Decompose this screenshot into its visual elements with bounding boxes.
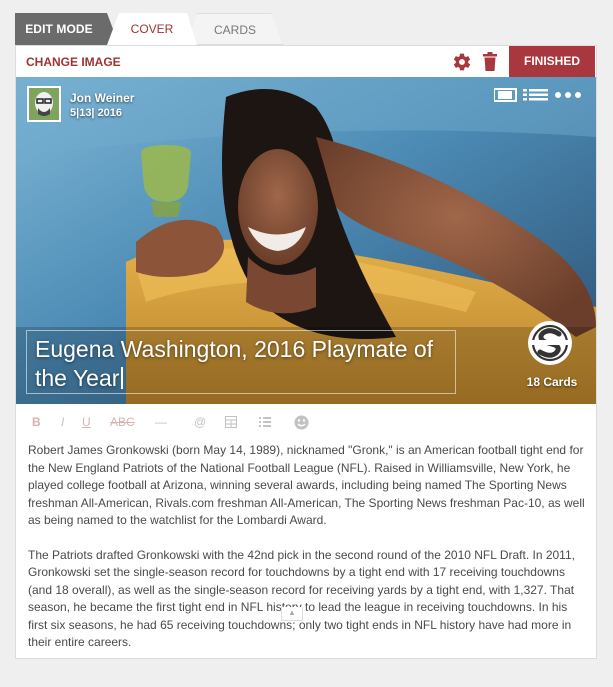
- publish-date: 5|13| 2016: [70, 107, 123, 119]
- more-options-icon[interactable]: [555, 92, 581, 98]
- finished-button[interactable]: FINISHED: [509, 46, 595, 77]
- horizontal-rule-button[interactable]: —: [155, 415, 167, 429]
- cover-image: Jon Weiner 5|13| 2016 Eugena Washington,…: [16, 77, 596, 404]
- view-options: [494, 88, 581, 102]
- title-editor[interactable]: Eugena Washington, 2016 Playmate of the …: [26, 330, 456, 394]
- cards-count: 18 Cards: [526, 375, 578, 389]
- text-cursor: [121, 367, 124, 389]
- strikethrough-button[interactable]: ABC: [110, 415, 135, 429]
- trash-icon[interactable]: [482, 52, 498, 71]
- underline-button[interactable]: U: [82, 415, 91, 429]
- single-view-icon[interactable]: [494, 88, 517, 102]
- body-paragraph[interactable]: Robert James Gronkowski (born May 14, 19…: [28, 442, 588, 530]
- cover-toolbar: CHANGE IMAGE FINISHED: [16, 46, 596, 77]
- mode-tabs: EDIT MODE CARDS COVER: [15, 13, 597, 45]
- sportingnews-logo: [528, 321, 572, 365]
- author-avatar-illustration: [29, 88, 59, 120]
- body-editor[interactable]: Robert James Gronkowski (born May 14, 19…: [28, 442, 588, 669]
- bold-button[interactable]: B: [32, 415, 41, 429]
- list-view-icon[interactable]: [523, 89, 548, 101]
- editor-panel: CHANGE IMAGE FINISHED Jon Weiner 5|13| 2…: [15, 45, 597, 659]
- formatting-toolbar: B I U ABC — @: [16, 404, 596, 440]
- resize-handle[interactable]: ▲: [281, 607, 303, 621]
- gear-icon[interactable]: [452, 52, 472, 72]
- tab-cards[interactable]: CARDS: [187, 13, 283, 45]
- list-icon[interactable]: [259, 416, 271, 428]
- table-icon[interactable]: [225, 416, 237, 428]
- tab-cover[interactable]: COVER: [107, 13, 197, 45]
- mention-button[interactable]: @: [194, 415, 206, 429]
- body-paragraph[interactable]: The Patriots drafted Gronkowski with the…: [28, 547, 588, 652]
- smiley-icon[interactable]: [294, 415, 309, 430]
- tab-edit-mode[interactable]: EDIT MODE: [15, 13, 119, 45]
- author-name[interactable]: Jon Weiner: [70, 91, 134, 105]
- change-image-button[interactable]: CHANGE IMAGE: [26, 55, 121, 69]
- italic-button[interactable]: I: [61, 415, 64, 429]
- avatar[interactable]: [27, 86, 61, 122]
- cover-title[interactable]: Eugena Washington, 2016 Playmate of the …: [35, 336, 433, 391]
